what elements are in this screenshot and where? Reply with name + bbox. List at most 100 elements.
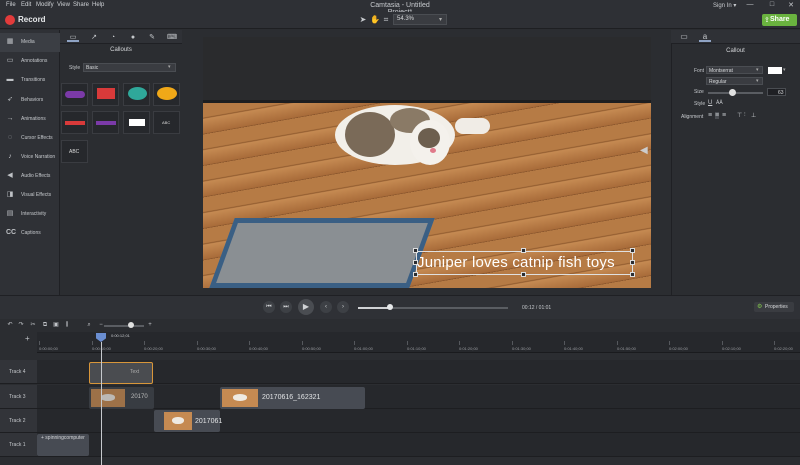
chevron-left-icon[interactable]: ◀ bbox=[640, 145, 650, 159]
next-icon[interactable]: › bbox=[337, 301, 349, 313]
share-label: Share bbox=[770, 16, 790, 23]
crop-icon[interactable]: ⌗ bbox=[381, 15, 391, 25]
callout-thumbnail[interactable] bbox=[61, 111, 88, 134]
sign-in-button[interactable]: Sign In ▾ bbox=[713, 2, 736, 9]
nav-label: Captions bbox=[21, 230, 41, 236]
alignment-label: Alignment bbox=[681, 114, 704, 120]
animations-icon: → bbox=[6, 115, 14, 122]
nav-item-cursor-effects[interactable]: ◌ Cursor Effects bbox=[0, 129, 60, 148]
close-icon[interactable]: ✕ bbox=[786, 1, 796, 10]
redo-icon[interactable]: ↷ bbox=[17, 321, 25, 329]
hand-icon[interactable]: ✋ bbox=[370, 15, 380, 25]
align-bottom-icon[interactable]: ⊥ bbox=[751, 112, 756, 119]
timeline-zoom-slider[interactable] bbox=[104, 325, 144, 327]
callout-thumbnail[interactable]: ABC bbox=[153, 111, 180, 134]
text-clip[interactable] bbox=[89, 362, 153, 384]
resize-handle[interactable] bbox=[630, 248, 635, 253]
track-header[interactable]: Track 3 bbox=[0, 385, 37, 409]
resize-handle[interactable] bbox=[413, 272, 418, 277]
nav-item-visual-effects[interactable]: ◨ Visual Effects bbox=[0, 186, 60, 205]
callout-thumbnail[interactable] bbox=[92, 83, 119, 106]
add-track-icon[interactable]: + bbox=[25, 334, 30, 343]
callout-thumbnail[interactable] bbox=[123, 111, 150, 134]
align-top-icon[interactable]: ⊤ bbox=[737, 112, 742, 119]
align-middle-icon[interactable]: ⫶ bbox=[744, 112, 746, 119]
playhead-time: 0:00:12;01 bbox=[111, 333, 130, 338]
record-icon[interactable] bbox=[5, 15, 15, 25]
copy-icon[interactable]: ⧉ bbox=[41, 321, 49, 329]
callout-thumbnail[interactable] bbox=[123, 83, 150, 106]
callout-thumbnail[interactable]: ABC bbox=[61, 140, 88, 163]
ruler-tick-line bbox=[302, 341, 303, 345]
nav-item-media[interactable]: ▦ Media bbox=[0, 33, 60, 52]
track-header[interactable]: Track 2 bbox=[0, 409, 37, 433]
resize-handle[interactable] bbox=[630, 260, 635, 265]
record-button[interactable]: Record bbox=[18, 15, 46, 24]
time-readout: 00:12 / 01:01 bbox=[522, 305, 552, 311]
underline-icon[interactable]: U bbox=[708, 100, 712, 106]
zoom-icon[interactable]: ⌕ bbox=[85, 321, 93, 329]
menu-view[interactable]: View bbox=[57, 2, 70, 8]
maximize-icon[interactable]: □ bbox=[767, 1, 777, 10]
step-back-icon[interactable]: ⏮ bbox=[263, 301, 275, 313]
pointer-icon[interactable]: ➤ bbox=[358, 15, 368, 25]
track-row[interactable] bbox=[37, 433, 800, 457]
minimize-icon[interactable]: — bbox=[745, 1, 755, 10]
nav-item-behaviors[interactable]: ➶ Behaviors bbox=[0, 91, 60, 110]
nav-item-interactivity[interactable]: ▤ Interactivity bbox=[0, 205, 60, 224]
menu-share[interactable]: Share bbox=[73, 2, 89, 8]
tab-callouts[interactable]: ▭ bbox=[67, 33, 79, 42]
tab-blur[interactable]: ● bbox=[127, 33, 139, 42]
nav-item-voice-narration[interactable]: ♪ Voice Narration bbox=[0, 148, 60, 167]
nav-label: Audio Effects bbox=[21, 173, 51, 179]
cut-icon[interactable]: ✂ bbox=[29, 321, 37, 329]
align-left-icon[interactable]: ≡ bbox=[708, 112, 712, 119]
menu-help[interactable]: Help bbox=[92, 2, 104, 8]
tab-text-properties[interactable]: a bbox=[699, 32, 711, 42]
ruler-tick-label: 0:01:20;00 bbox=[459, 346, 478, 351]
tab-sketch[interactable]: ✎ bbox=[146, 33, 158, 42]
menu-file[interactable]: File bbox=[6, 2, 16, 8]
callout-thumbnail[interactable] bbox=[61, 83, 88, 106]
ruler-tick-label: 0:02:10;00 bbox=[722, 346, 741, 351]
font-color-swatch[interactable] bbox=[768, 67, 782, 74]
size-slider-handle[interactable] bbox=[729, 89, 736, 96]
align-right-icon[interactable]: ≡ bbox=[722, 112, 726, 119]
play-button[interactable]: ▶ bbox=[298, 299, 314, 315]
clip-label: 20170616_162321 bbox=[262, 394, 321, 401]
track-header[interactable]: Track 4 bbox=[0, 360, 37, 384]
strikethrough-icon[interactable]: ĀĀ bbox=[716, 100, 723, 106]
step-forward-icon[interactable]: ⏭ bbox=[280, 301, 292, 313]
menu-modify[interactable]: Modify bbox=[36, 2, 54, 8]
resize-handle[interactable] bbox=[630, 272, 635, 277]
paste-icon[interactable]: ▣ bbox=[52, 321, 60, 329]
nav-item-captions[interactable]: CC Captions bbox=[0, 224, 60, 243]
nav-item-transitions[interactable]: ▬ Transitions bbox=[0, 71, 60, 90]
resize-handle[interactable] bbox=[521, 248, 526, 253]
resize-handle[interactable] bbox=[521, 272, 526, 277]
zoom-in-icon[interactable]: + bbox=[146, 321, 154, 329]
track-row[interactable] bbox=[37, 409, 800, 433]
callout-thumbnail[interactable] bbox=[153, 83, 180, 106]
share-icon: ⇪ bbox=[764, 17, 770, 24]
nav-label: Media bbox=[21, 39, 35, 45]
tab-shapes[interactable]: ◔ bbox=[107, 33, 119, 42]
tab-visual-properties[interactable]: ▭ bbox=[678, 32, 690, 42]
nav-item-audio-effects[interactable]: ◀ Audio Effects bbox=[0, 167, 60, 186]
tab-keystroke[interactable]: ⌨ bbox=[166, 33, 178, 42]
previous-icon[interactable]: ‹ bbox=[320, 301, 332, 313]
track-header[interactable]: Track 1 bbox=[0, 433, 37, 457]
scrub-handle[interactable] bbox=[387, 304, 393, 310]
callout-thumbnail[interactable] bbox=[92, 111, 119, 134]
caption-text[interactable]: Juniper loves catnip fish toys bbox=[417, 254, 615, 271]
tab-arrows[interactable]: ↗ bbox=[88, 33, 100, 42]
split-icon[interactable]: ⫼ bbox=[63, 321, 71, 329]
style-label: Style bbox=[694, 101, 706, 107]
timeline-zoom-handle[interactable] bbox=[128, 322, 134, 328]
nav-item-annotations[interactable]: ▭ Annotations bbox=[0, 52, 60, 71]
menu-edit[interactable]: Edit bbox=[21, 2, 31, 8]
undo-icon[interactable]: ↶ bbox=[6, 321, 14, 329]
align-center-icon[interactable]: ≡ bbox=[715, 112, 720, 119]
nav-item-animations[interactable]: → Animations bbox=[0, 110, 60, 129]
resize-handle[interactable] bbox=[413, 248, 418, 253]
